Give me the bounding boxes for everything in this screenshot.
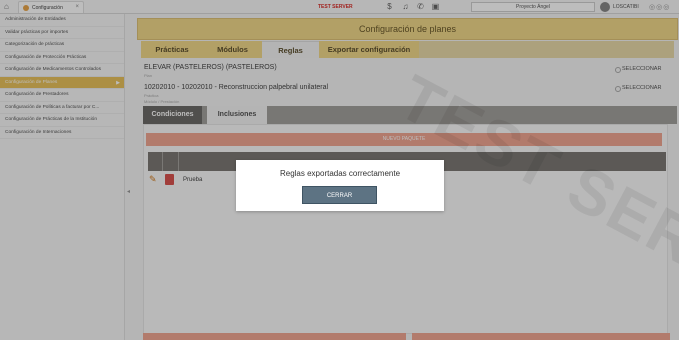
export-success-dialog: Reglas exportadas correctamente CERRAR (236, 160, 444, 211)
dialog-message: Reglas exportadas correctamente (279, 169, 401, 178)
close-button[interactable]: CERRAR (302, 186, 377, 204)
